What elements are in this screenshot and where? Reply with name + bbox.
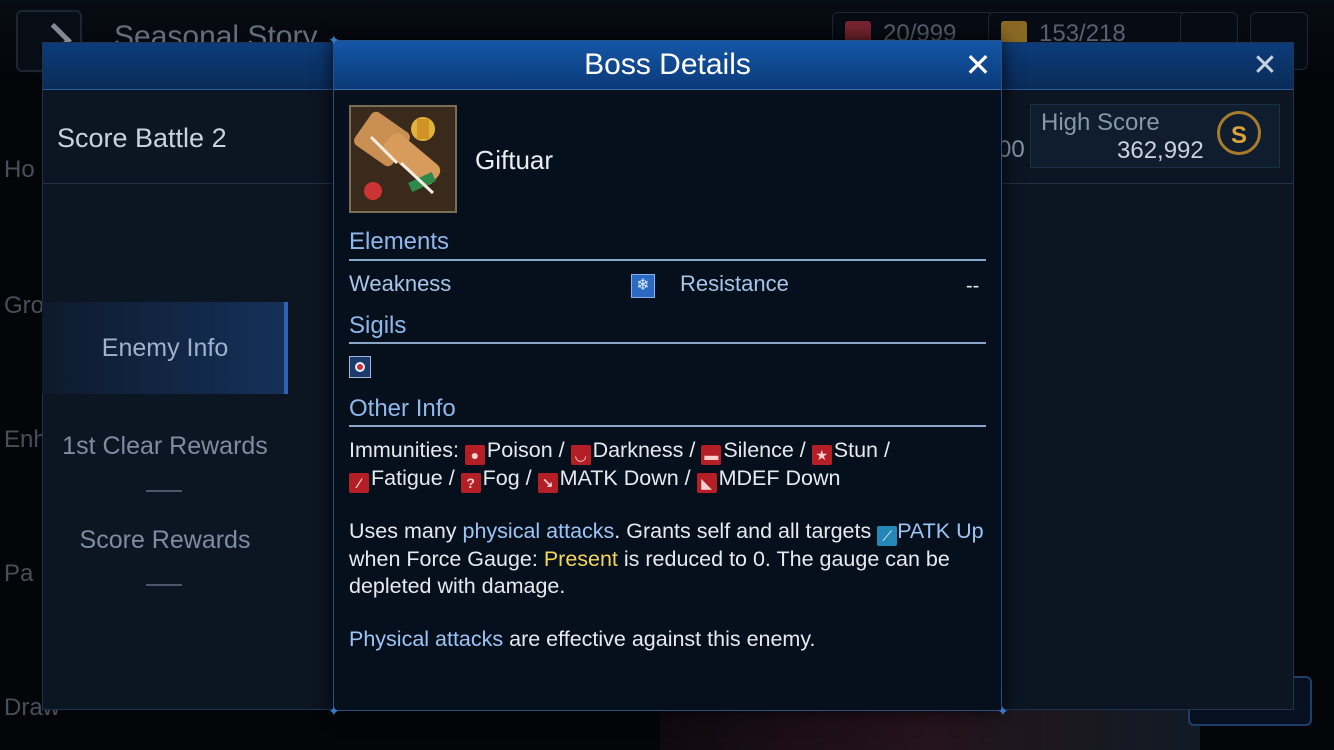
menu-blank	[42, 182, 288, 274]
boss-details-modal: Boss Details ✕ ✦ ✦ ✦ Giftuar Elements We…	[328, 33, 1009, 718]
divider	[349, 342, 986, 344]
patk-up-icon: ⟋	[877, 526, 898, 546]
current-score: 00	[998, 136, 1025, 163]
tab-first-clear-rewards[interactable]: 1st Clear Rewards	[42, 400, 288, 492]
fog-icon: ?	[460, 473, 481, 493]
corner-ornament-icon: ✦	[997, 703, 1009, 719]
battle-title: Score Battle 2	[57, 123, 227, 153]
sigil-circle-icon[interactable]	[349, 356, 371, 378]
divider	[146, 490, 182, 492]
keyword-link[interactable]: PATK Up	[897, 519, 983, 543]
keyword-link[interactable]: Physical attacks	[349, 627, 503, 651]
matk-down-icon: ↘	[537, 473, 558, 493]
divider	[349, 425, 986, 427]
resistance-label: Resistance	[680, 271, 789, 296]
other-info-heading: Other Info	[349, 395, 456, 422]
divider	[146, 584, 182, 586]
elements-heading: Elements	[349, 228, 450, 255]
high-score-label: High Score	[1041, 109, 1160, 136]
keyword-link[interactable]: Present	[544, 547, 618, 571]
divider	[349, 259, 986, 261]
ice-icon[interactable]: ❄	[631, 274, 655, 298]
sidebar-item-home[interactable]: Ho	[4, 156, 35, 184]
modal-header: Boss Details ✕	[334, 41, 1001, 90]
sidebar-item-enhance[interactable]: Enh	[4, 426, 47, 454]
close-icon[interactable]: ✕	[962, 49, 994, 81]
window-close-icon[interactable]: ✕	[1249, 50, 1281, 82]
boss-tip: Physical attacks are effective against t…	[349, 627, 816, 651]
boss-portrait	[349, 105, 457, 213]
silence-icon: ▬	[701, 445, 722, 465]
poison-icon: ●	[464, 445, 485, 465]
modal-title: Boss Details	[584, 48, 751, 81]
stun-icon: ★	[811, 445, 832, 465]
background-art	[660, 710, 1200, 750]
rank-badge-icon: S	[1217, 111, 1261, 155]
sidebar-item-party[interactable]: Pa	[4, 560, 33, 588]
tab-score-rewards[interactable]: Score Rewards	[42, 494, 288, 586]
corner-ornament-icon: ✦	[328, 703, 340, 719]
fatigue-icon: ⁄	[349, 473, 369, 493]
boss-description: Uses many physical attacks. Grants self …	[349, 519, 984, 598]
sidebar-item-growth[interactable]: Gro	[4, 292, 44, 320]
high-score-panel: High Score 362,992 S	[1030, 104, 1280, 168]
boss-name: Giftuar	[475, 145, 554, 175]
weakness-label: Weakness	[349, 271, 452, 296]
mdef-down-icon: ◣	[696, 473, 717, 493]
high-score-value: 362,992	[1117, 137, 1204, 164]
corner-ornament-icon: ✦	[328, 32, 340, 48]
gingerbread-boss-icon	[351, 107, 455, 211]
battle-menu: Enemy Info 1st Clear Rewards Score Rewar…	[42, 182, 288, 708]
resistance-value: --	[966, 275, 980, 297]
immunities-list: Immunities: ● Poison / ◡ Darkness / ▬ Silen…	[349, 438, 890, 493]
darkness-icon: ◡	[570, 445, 591, 465]
tab-enemy-info[interactable]: Enemy Info	[42, 302, 288, 394]
keyword-link[interactable]: physical attacks	[463, 519, 615, 543]
sigils-heading: Sigils	[349, 312, 407, 339]
